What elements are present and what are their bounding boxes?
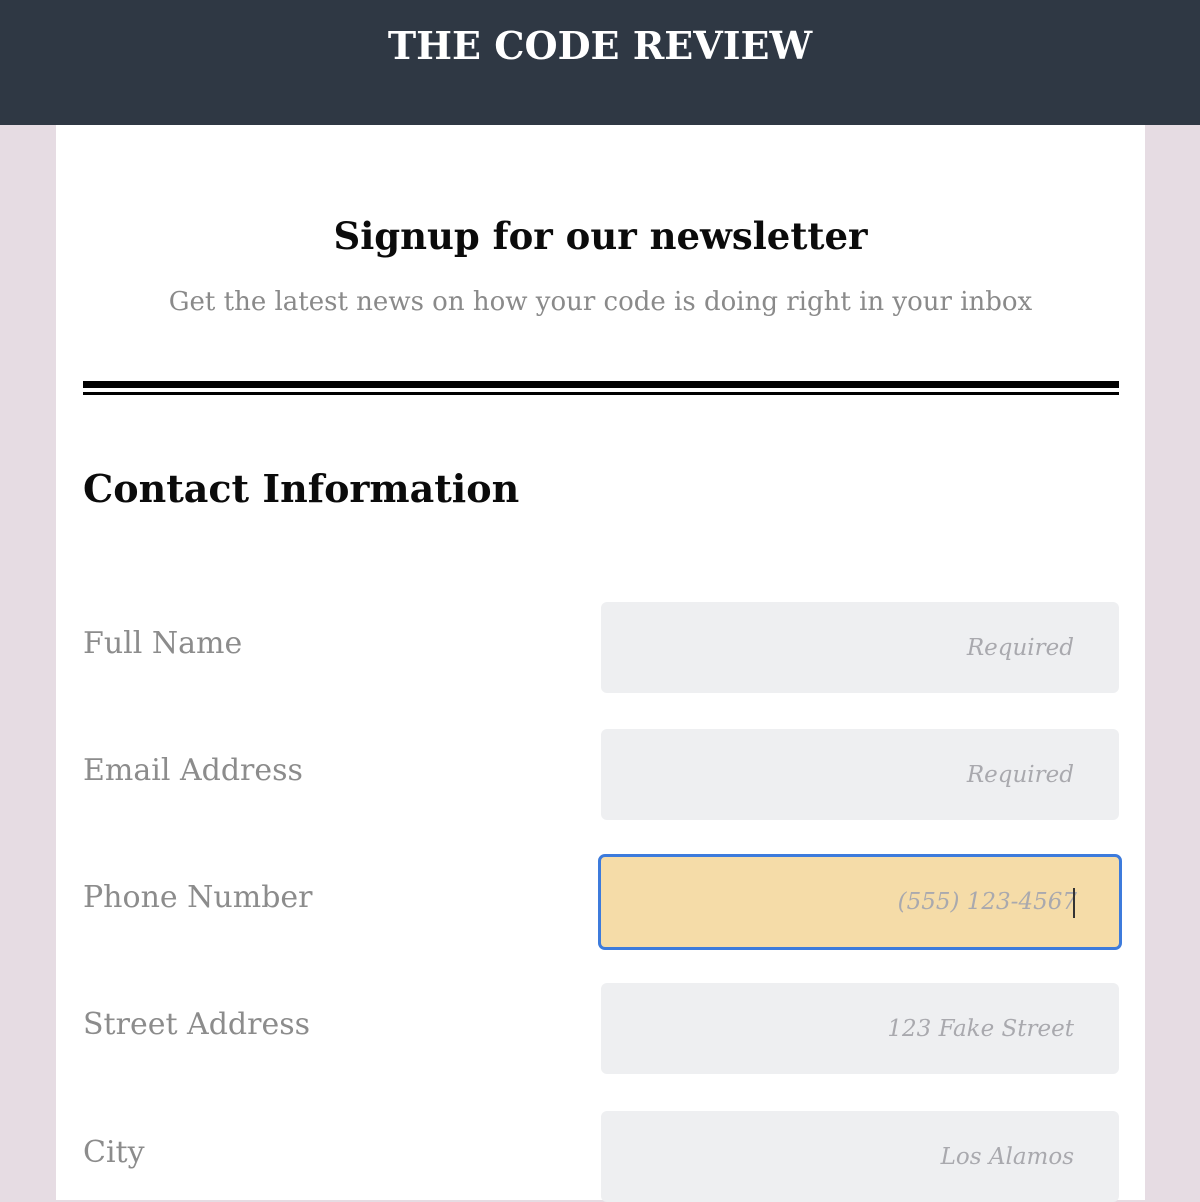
email-label: Email Address: [83, 753, 303, 788]
email-input[interactable]: [601, 729, 1119, 820]
city-input[interactable]: [601, 1111, 1119, 1202]
form-row-city: City: [83, 1111, 1119, 1202]
phone-input[interactable]: [598, 854, 1122, 950]
full-name-input[interactable]: [601, 602, 1119, 693]
street-address-input[interactable]: [601, 983, 1119, 1074]
text-caret: [1073, 888, 1075, 918]
city-label: City: [83, 1135, 145, 1170]
section-divider-thick: [83, 381, 1119, 388]
form-row-email: Email Address: [83, 729, 1119, 820]
newsletter-title: Signup for our newsletter: [333, 214, 868, 258]
phone-label: Phone Number: [83, 880, 313, 915]
section-divider-thin: [83, 392, 1119, 395]
street-address-label: Street Address: [83, 1007, 311, 1042]
form-row-phone: Phone Number: [83, 854, 1122, 950]
form-row-street: Street Address: [83, 983, 1119, 1074]
contact-section-title: Contact Information: [83, 466, 520, 511]
signup-card: Signup for our newsletter Get the latest…: [56, 125, 1145, 1202]
site-title: THE CODE REVIEW: [387, 23, 813, 68]
full-name-label: Full Name: [83, 626, 243, 661]
site-header: THE CODE REVIEW: [0, 0, 1200, 125]
newsletter-subtitle: Get the latest news on how your code is …: [168, 287, 1033, 317]
form-row-full-name: Full Name: [83, 602, 1119, 693]
